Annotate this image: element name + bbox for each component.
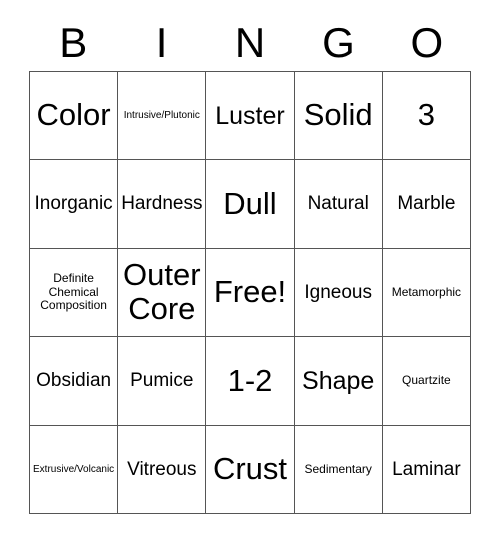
- bingo-free-space[interactable]: Free!: [206, 248, 295, 338]
- bingo-cell-label: Luster: [215, 101, 285, 130]
- bingo-cell-label: Dull: [223, 185, 277, 221]
- bingo-cell[interactable]: Inorganic: [30, 160, 119, 249]
- bingo-cell-label: Obsidian: [36, 370, 112, 392]
- bingo-cell-label: Intrusive/Plutonic: [123, 110, 200, 122]
- bingo-cell-label: Crust: [212, 450, 288, 486]
- bingo-cell-label: Vitreous: [127, 458, 197, 480]
- header-letter-n: N: [234, 18, 266, 66]
- bingo-cell-label: Hardness: [121, 193, 203, 215]
- bingo-grid: Color Intrusive/Plutonic Luster Solid 3 Inorg…: [29, 71, 471, 514]
- bingo-cell-label: Color: [36, 97, 111, 133]
- bingo-cell[interactable]: Hardness: [118, 160, 207, 249]
- bingo-cell-label: Pumice: [130, 370, 194, 392]
- bingo-cell-label: Solid: [303, 97, 373, 133]
- bingo-cell-label: Quartzite: [402, 373, 451, 388]
- bingo-cell-label: Outer Core: [123, 256, 201, 327]
- bingo-cell[interactable]: Igneous: [294, 248, 383, 338]
- bingo-cell-label: Igneous: [304, 281, 372, 303]
- bingo-card: B I N G O Color Intrusive/Plutonic Luster Solid…: [0, 0, 500, 544]
- bingo-cell-label: Inorganic: [34, 193, 113, 215]
- bingo-cell[interactable]: Laminar: [382, 425, 471, 514]
- bingo-header: BINGO: [29, 14, 471, 71]
- bingo-cell[interactable]: Sedimentary: [294, 425, 383, 514]
- header-letter-o: O: [410, 18, 444, 66]
- bingo-cell[interactable]: 1-2: [206, 337, 295, 426]
- bingo-cell[interactable]: Definite Chemical Composition: [30, 248, 119, 338]
- bingo-cell-label: Shape: [302, 366, 375, 395]
- bingo-cell-label: Definite Chemical Composition: [40, 271, 107, 313]
- bingo-cell-label: Marble: [397, 193, 456, 215]
- bingo-cell[interactable]: Obsidian: [30, 337, 119, 426]
- header-letter-i: I: [155, 18, 168, 66]
- bingo-cell[interactable]: Metamorphic: [382, 248, 471, 338]
- bingo-cell[interactable]: Pumice: [118, 337, 207, 426]
- bingo-cell[interactable]: 3: [382, 72, 471, 161]
- bingo-cell[interactable]: Natural: [294, 160, 383, 249]
- bingo-cell-label: Natural: [307, 193, 369, 215]
- bingo-cell[interactable]: Color: [30, 72, 119, 161]
- bingo-cell-label: 3: [417, 97, 436, 133]
- bingo-cell[interactable]: Quartzite: [382, 337, 471, 426]
- header-letter-b: B: [59, 18, 88, 66]
- bingo-cell-label: Free!: [213, 274, 287, 310]
- bingo-cell-label: Sedimentary: [304, 461, 372, 476]
- bingo-cell[interactable]: Intrusive/Plutonic: [118, 72, 207, 161]
- bingo-cell[interactable]: Extrusive/Volcanic: [30, 425, 119, 514]
- bingo-cell[interactable]: Shape: [294, 337, 383, 426]
- bingo-cell[interactable]: Outer Core: [118, 248, 207, 338]
- bingo-cell-label: Metamorphic: [391, 284, 462, 299]
- bingo-cell-label: 1-2: [227, 362, 273, 398]
- header-letter-g: G: [322, 18, 355, 66]
- bingo-cell[interactable]: Crust: [206, 425, 295, 514]
- bingo-cell[interactable]: Solid: [294, 72, 383, 161]
- bingo-cell[interactable]: Vitreous: [118, 425, 207, 514]
- bingo-cell-label: Laminar: [392, 458, 461, 480]
- bingo-cell-label: Extrusive/Volcanic: [33, 463, 115, 475]
- bingo-cell[interactable]: Dull: [206, 160, 295, 249]
- bingo-cell[interactable]: Luster: [206, 72, 295, 161]
- bingo-cell[interactable]: Marble: [382, 160, 471, 249]
